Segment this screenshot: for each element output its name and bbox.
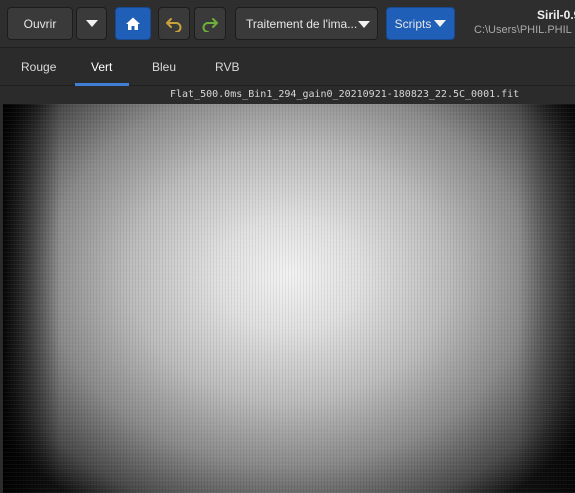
window-title: Siril-0.9 [537,8,575,22]
chevron-down-icon [434,20,447,27]
tab-rvb[interactable]: RVB [215,60,239,74]
undo-icon [166,17,182,32]
open-button[interactable]: Ouvrir [7,7,73,40]
tab-bleu[interactable]: Bleu [152,60,176,74]
working-directory: C:\Users\PHIL.PHIL [474,24,572,36]
tab-rouge[interactable]: Rouge [21,60,56,74]
open-dropdown-button[interactable] [76,7,107,40]
processing-menu-label: Traitement de l'ima... [246,16,358,31]
processing-menu-button[interactable]: Traitement de l'ima... [235,7,378,40]
active-tab-indicator [75,83,129,86]
chevron-down-icon [85,20,98,27]
home-icon [126,17,140,30]
home-button[interactable] [115,7,151,40]
redo-icon [202,17,218,32]
header-bar: Ouvrir Traitement de l'ima... Scripts Si… [0,0,575,48]
image-noise [3,104,575,493]
scripts-menu-label: Scripts [394,16,432,31]
channel-tabs: Rouge Vert Bleu RVB [0,49,575,86]
chevron-down-icon [358,21,370,28]
image-filename: Flat_500.0ms_Bin1_294_gain0_20210921-180… [170,89,520,100]
image-viewer[interactable] [3,104,575,493]
open-button-label: Ouvrir [23,16,57,31]
tab-vert[interactable]: Vert [91,60,112,74]
scripts-menu-button[interactable]: Scripts [386,7,455,40]
undo-button[interactable] [158,7,190,40]
redo-button[interactable] [194,7,226,40]
